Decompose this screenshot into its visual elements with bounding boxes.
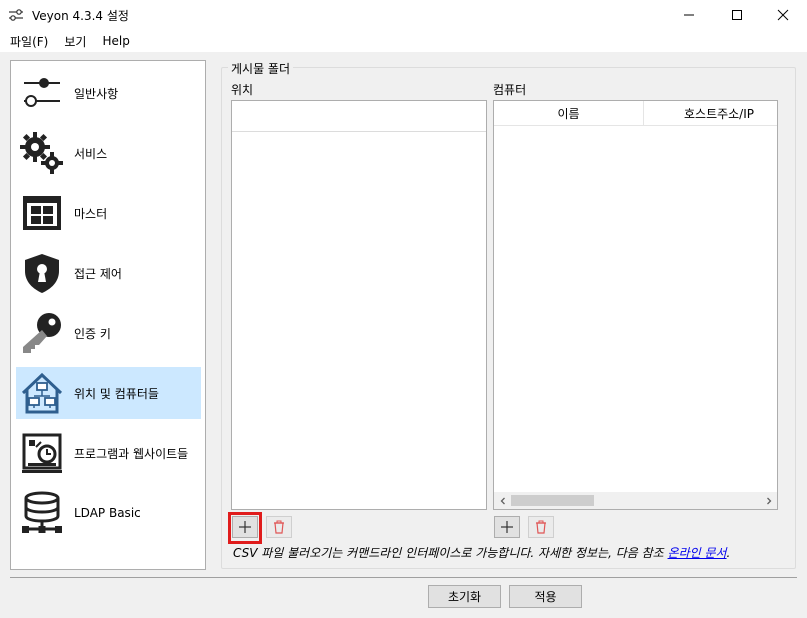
info-text-end: . <box>726 546 731 560</box>
menu-help[interactable]: Help <box>94 34 137 48</box>
menu-view[interactable]: 보기 <box>56 33 94 50</box>
sidebar-item-master[interactable]: 마스터 <box>16 187 201 239</box>
computers-label: 컴퓨터 <box>493 83 527 97</box>
bottom-divider <box>10 577 797 578</box>
key-icon <box>23 313 61 353</box>
trash-icon <box>274 520 284 534</box>
remove-computer-button[interactable] <box>528 516 554 538</box>
remove-location-button[interactable] <box>266 516 292 538</box>
sidebar-item-label: 일반사항 <box>74 86 119 101</box>
sliders-icon <box>24 78 60 107</box>
locations-list[interactable] <box>231 100 487 510</box>
chevron-right-icon <box>766 497 771 504</box>
computers-table-header: 이름 호스트주소/IP <box>494 101 777 126</box>
menu-bar: 파일(F) 보기 Help <box>0 30 807 52</box>
sidebar-item-general[interactable]: 일반사항 <box>16 67 201 119</box>
minimize-button[interactable] <box>666 0 712 30</box>
sidebar-item-label: 접근 제어 <box>74 266 122 281</box>
app-settings-icon <box>9 9 23 21</box>
sidebar: 일반사항 서비스 마스터 접근 제어 인증 키 위치 및 컴퓨터들 프로그램과 … <box>10 60 206 570</box>
clock-document-icon <box>22 433 62 473</box>
online-docs-link[interactable]: 온라인 문서 <box>668 546 727 560</box>
sidebar-item-label: 위치 및 컴퓨터들 <box>74 386 159 401</box>
apply-button[interactable]: 적용 <box>509 585 582 608</box>
plus-icon <box>501 521 513 533</box>
scrollbar-thumb[interactable] <box>511 495 594 506</box>
sidebar-item-locations-computers[interactable]: 위치 및 컴퓨터들 <box>16 367 201 419</box>
group-title: 게시물 폴더 <box>228 60 294 77</box>
database-network-icon <box>22 491 62 533</box>
column-host-address[interactable]: 호스트주소/IP <box>644 101 777 126</box>
grid-window-icon <box>23 196 61 230</box>
sidebar-item-label: 서비스 <box>74 146 108 161</box>
maximize-icon <box>732 10 742 20</box>
sidebar-item-access-control[interactable]: 접근 제어 <box>16 247 201 299</box>
chevron-left-icon <box>500 497 505 504</box>
menu-file[interactable]: 파일(F) <box>2 33 56 50</box>
sidebar-item-service[interactable]: 서비스 <box>16 127 201 179</box>
close-icon <box>777 9 789 21</box>
sidebar-item-label: 프로그램과 웹사이트들 <box>74 446 189 461</box>
shield-keyhole-icon <box>25 254 59 293</box>
column-name[interactable]: 이름 <box>494 101 644 126</box>
sidebar-item-auth-keys[interactable]: 인증 키 <box>16 307 201 359</box>
horizontal-scrollbar[interactable] <box>494 492 777 509</box>
reset-button[interactable]: 초기화 <box>428 585 501 608</box>
locations-label: 위치 <box>231 83 254 97</box>
info-text: CSV 파일 불러오기는 커맨드라인 인터페이스로 가능합니다. 자세한 정보는… <box>233 546 668 560</box>
trash-icon <box>536 520 546 534</box>
sidebar-item-ldap-basic[interactable]: LDAP Basic <box>16 487 201 539</box>
locations-list-header <box>232 101 486 132</box>
gears-icon <box>20 132 63 174</box>
sidebar-item-label: 인증 키 <box>74 326 111 341</box>
minimize-icon <box>684 14 694 16</box>
computers-table[interactable]: 이름 호스트주소/IP <box>493 100 778 510</box>
window-title: Veyon 4.3.4 설정 <box>32 8 129 23</box>
scroll-right-button[interactable] <box>760 492 777 509</box>
maximize-button[interactable] <box>714 0 760 30</box>
house-network-icon <box>21 372 63 414</box>
sidebar-item-label: LDAP Basic <box>74 506 141 520</box>
add-computer-button[interactable] <box>494 516 520 538</box>
highlight-marker <box>228 512 262 544</box>
close-button[interactable] <box>760 0 806 30</box>
sidebar-item-label: 마스터 <box>74 206 108 221</box>
csv-import-info: CSV 파일 불러오기는 커맨드라인 인터페이스로 가능합니다. 자세한 정보는… <box>233 544 730 561</box>
scroll-left-button[interactable] <box>494 492 511 509</box>
sidebar-item-programs-websites[interactable]: 프로그램과 웹사이트들 <box>16 427 201 479</box>
